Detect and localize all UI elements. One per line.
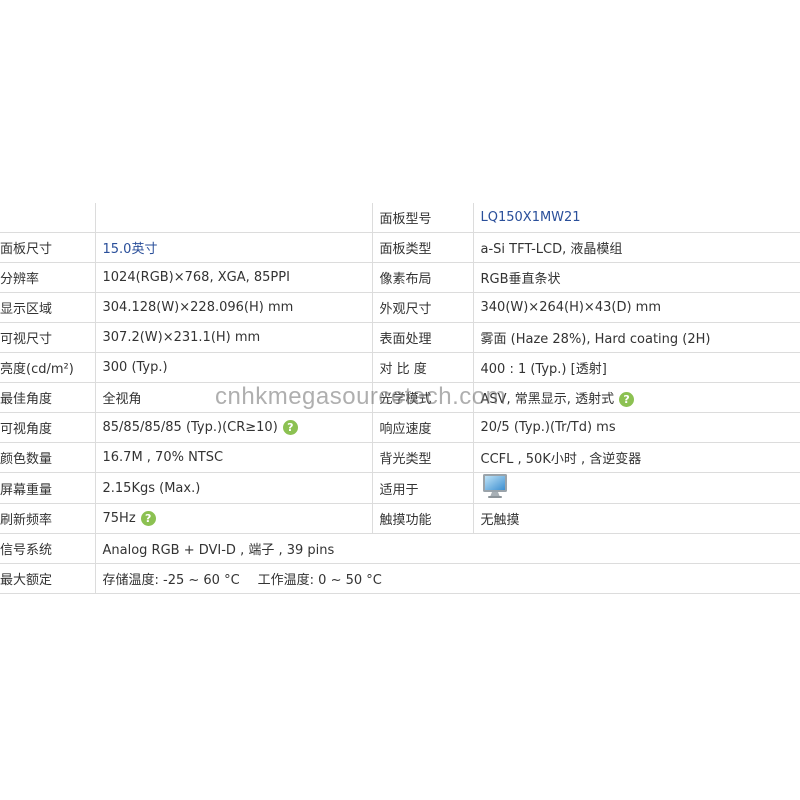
spec-label: 光学模式 [371, 382, 473, 413]
table-row: 面板尺寸 15.0英寸 面板类型 a-Si TFT-LCD, 液晶模组 [0, 232, 800, 263]
spec-label: 最大额定 [0, 563, 95, 594]
spec-label: 可视尺寸 [0, 322, 95, 353]
table-row: 最佳角度 全视角 光学模式 ASV, 常黑显示, 透射式? [0, 382, 800, 413]
table-row: 显示区域 304.128(W)×228.096(H) mm 外观尺寸 340(W… [0, 292, 800, 323]
spec-value: 340(W)×264(H)×43(D) mm [472, 292, 800, 323]
spec-table: 面板型号 LQ150X1MW21 面板尺寸 15.0英寸 面板类型 a-Si T… [0, 203, 800, 594]
spec-value: 2.15Kgs (Max.) [94, 472, 372, 504]
spec-value: Analog RGB + DVI-D , 端子 , 39 pins [94, 533, 800, 564]
spec-label: 面板类型 [371, 232, 473, 263]
spec-label: 屏幕重量 [0, 472, 95, 504]
spec-label [0, 203, 95, 233]
spec-label: 响应速度 [371, 412, 473, 443]
table-row: 面板型号 LQ150X1MW21 [0, 203, 800, 233]
storage-temp: 存储温度: -25 ~ 60 °C [102, 573, 240, 588]
table-row: 颜色数量 16.7M , 70% NTSC 背光类型 CCFL , 50K小时 … [0, 442, 800, 473]
table-row: 可视角度 85/85/85/85 (Typ.)(CR≥10)? 响应速度 20/… [0, 412, 800, 443]
monitor-icon[interactable] [481, 473, 509, 503]
spec-label: 像素布局 [371, 262, 473, 293]
spec-value: RGB垂直条状 [472, 262, 800, 293]
spec-label: 表面处理 [371, 322, 473, 353]
spec-value: a-Si TFT-LCD, 液晶模组 [472, 232, 800, 263]
spec-value: 304.128(W)×228.096(H) mm [94, 292, 372, 323]
spec-label: 信号系统 [0, 533, 95, 564]
spec-value: 1024(RGB)×768, XGA, 85PPI [94, 262, 372, 293]
spec-label: 适用于 [371, 472, 473, 504]
help-icon[interactable]: ? [282, 420, 298, 435]
table-row: 信号系统 Analog RGB + DVI-D , 端子 , 39 pins [0, 533, 800, 564]
spec-label: 面板尺寸 [0, 232, 95, 263]
spec-label: 可视角度 [0, 412, 95, 443]
operating-temp: 工作温度: 0 ~ 50 °C [257, 573, 382, 588]
spec-label: 面板型号 [371, 203, 473, 233]
spec-value: 雾面 (Haze 28%), Hard coating (2H) [472, 322, 800, 353]
spec-label: 显示区域 [0, 292, 95, 323]
spec-label: 分辨率 [0, 262, 95, 293]
table-row: 刷新频率 75Hz? 触摸功能 无触摸 [0, 503, 800, 534]
spec-value: 85/85/85/85 (Typ.)(CR≥10) [102, 420, 278, 435]
spec-label: 亮度(cd/m²) [0, 352, 95, 383]
spec-label: 颜色数量 [0, 442, 95, 473]
spec-label: 刷新频率 [0, 503, 95, 534]
spec-value: 307.2(W)×231.1(H) mm [94, 322, 372, 353]
spec-label: 背光类型 [371, 442, 473, 473]
spec-value: 16.7M , 70% NTSC [94, 442, 372, 473]
table-row: 分辨率 1024(RGB)×768, XGA, 85PPI 像素布局 RGB垂直… [0, 262, 800, 293]
spec-label: 外观尺寸 [371, 292, 473, 323]
spec-value: 400 : 1 (Typ.) [透射] [472, 352, 800, 383]
table-row: 屏幕重量 2.15Kgs (Max.) 适用于 [0, 472, 800, 504]
table-row: 可视尺寸 307.2(W)×231.1(H) mm 表面处理 雾面 (Haze … [0, 322, 800, 353]
spec-value: 20/5 (Typ.)(Tr/Td) ms [472, 412, 800, 443]
spec-value: 全视角 [94, 382, 372, 413]
spec-value: 300 (Typ.) [94, 352, 372, 383]
table-row: 亮度(cd/m²) 300 (Typ.) 对 比 度 400 : 1 (Typ.… [0, 352, 800, 383]
table-row: 最大额定 存储温度: -25 ~ 60 °C 工作温度: 0 ~ 50 °C [0, 563, 800, 594]
spec-value: 75Hz [102, 511, 136, 526]
help-icon[interactable]: ? [140, 511, 156, 526]
spec-value: 无触摸 [472, 503, 800, 534]
spec-value [94, 203, 372, 233]
size-link[interactable]: 15.0英寸 [103, 242, 158, 257]
spec-label: 对 比 度 [371, 352, 473, 383]
spec-value: CCFL , 50K小时 , 含逆变器 [472, 442, 800, 473]
spec-value: ASV, 常黑显示, 透射式 [480, 392, 615, 407]
spec-label: 触摸功能 [371, 503, 473, 534]
model-link[interactable]: LQ150X1MW21 [481, 210, 581, 225]
spec-label: 最佳角度 [0, 382, 95, 413]
help-icon[interactable]: ? [619, 392, 635, 407]
